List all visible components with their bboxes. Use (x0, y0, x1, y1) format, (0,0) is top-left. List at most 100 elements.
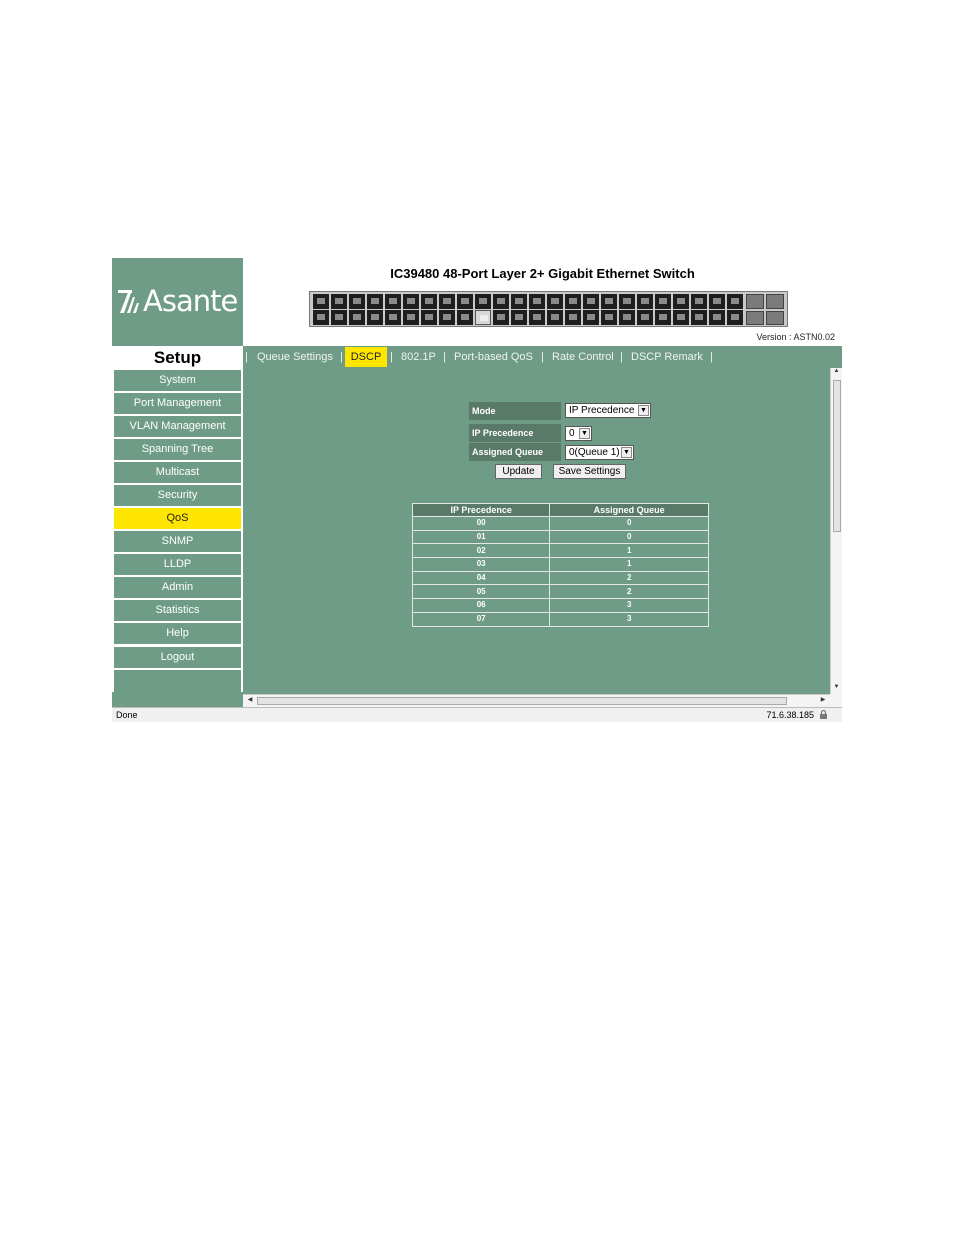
rj45-port[interactable] (493, 310, 509, 325)
rj45-port[interactable] (637, 294, 653, 309)
rj45-port[interactable] (673, 310, 689, 325)
sidebar-item-help[interactable]: Help (114, 623, 241, 644)
sidebar-item-snmp[interactable]: SNMP (114, 531, 241, 552)
sidebar-item-admin[interactable]: Admin (114, 577, 241, 598)
rj45-port[interactable] (313, 310, 329, 325)
rj45-port[interactable] (331, 294, 347, 309)
ip-precedence-select-value: 0 (569, 428, 575, 439)
save-settings-button[interactable]: Save Settings (553, 464, 626, 479)
rj45-port[interactable] (475, 310, 491, 325)
sidebar-item-security[interactable]: Security (114, 485, 241, 506)
rj45-port[interactable] (709, 310, 725, 325)
port-row-bottom (313, 310, 743, 325)
rj45-port[interactable] (457, 310, 473, 325)
rj45-port[interactable] (367, 294, 383, 309)
rj45-port[interactable] (601, 294, 617, 309)
mode-label: Mode (469, 402, 561, 420)
rj45-port[interactable] (727, 294, 743, 309)
ip-precedence-label: IP Precedence (469, 424, 561, 442)
update-button[interactable]: Update (495, 464, 542, 479)
rj45-port[interactable] (313, 294, 329, 309)
scroll-up-icon[interactable]: ▲ (831, 368, 842, 378)
rj45-port[interactable] (403, 310, 419, 325)
vertical-scroll-thumb[interactable] (833, 380, 841, 532)
sidebar-item-vlan-management[interactable]: VLAN Management (114, 416, 241, 437)
rj45-port[interactable] (655, 310, 671, 325)
table-row: 07 3 (411, 611, 709, 627)
sidebar-menu: System Port Management VLAN Management S… (112, 369, 243, 692)
rj45-port[interactable] (511, 310, 527, 325)
rj45-port[interactable] (529, 310, 545, 325)
sfp-port[interactable] (766, 294, 784, 309)
scroll-left-icon[interactable]: ◀ (245, 696, 255, 706)
rj45-port[interactable] (709, 294, 725, 309)
product-title: IC39480 48-Port Layer 2+ Gigabit Etherne… (390, 266, 695, 281)
rj45-port[interactable] (421, 294, 437, 309)
sidebar-item-system[interactable]: System (114, 370, 241, 391)
rj45-port[interactable] (367, 310, 383, 325)
rj45-port[interactable] (691, 310, 707, 325)
ip-precedence-select[interactable]: 0 ▼ (565, 426, 592, 441)
cell-ip-precedence: 07 (411, 611, 551, 627)
rj45-port[interactable] (403, 294, 419, 309)
sidebar-item-multicast[interactable]: Multicast (114, 462, 241, 483)
sfp-port[interactable] (766, 310, 784, 325)
rj45-port[interactable] (529, 294, 545, 309)
precedence-queue-table: IP Precedence Assigned Queue 00 0 01 0 02 1… (411, 503, 709, 627)
cell-ip-precedence: 04 (411, 570, 551, 586)
rj45-port[interactable] (619, 310, 635, 325)
rj45-port[interactable] (349, 310, 365, 325)
assigned-queue-select[interactable]: 0(Queue 1) ▼ (565, 445, 634, 460)
rj45-port[interactable] (655, 294, 671, 309)
tab-queue-settings[interactable]: Queue Settings (252, 347, 338, 367)
tab-port-based-qos[interactable]: Port-based QoS (449, 347, 538, 367)
rj45-port[interactable] (727, 310, 743, 325)
rj45-port[interactable] (673, 294, 689, 309)
tab-dscp-remark[interactable]: DSCP Remark (626, 347, 708, 367)
rj45-port[interactable] (349, 294, 365, 309)
scroll-right-icon[interactable]: ▶ (818, 696, 828, 706)
chevron-down-icon[interactable]: ▼ (579, 428, 590, 439)
rj45-port[interactable] (385, 294, 401, 309)
sidebar-item-spanning-tree[interactable]: Spanning Tree (114, 439, 241, 460)
sidebar-item-lldp[interactable]: LLDP (114, 554, 241, 575)
rj45-port[interactable] (475, 294, 491, 309)
vertical-scrollbar[interactable]: ▲ ▼ (830, 368, 842, 694)
rj45-port[interactable] (493, 294, 509, 309)
sfp-port[interactable] (746, 310, 764, 325)
rj45-port[interactable] (421, 310, 437, 325)
rj45-port[interactable] (583, 294, 599, 309)
chevron-down-icon[interactable]: ▼ (621, 447, 632, 458)
rj45-port[interactable] (565, 294, 581, 309)
sidebar-item-qos[interactable]: QoS (114, 508, 241, 529)
status-ip-address: 71.6.38.185 (766, 710, 814, 720)
rj45-port[interactable] (637, 310, 653, 325)
rj45-port[interactable] (601, 310, 617, 325)
rj45-port[interactable] (511, 294, 527, 309)
rj45-port[interactable] (619, 294, 635, 309)
rj45-port[interactable] (583, 310, 599, 325)
rj45-port[interactable] (547, 310, 563, 325)
chevron-down-icon[interactable]: ▼ (638, 405, 649, 416)
sidebar-item-port-management[interactable]: Port Management (114, 393, 241, 414)
tab-dscp[interactable]: DSCP (345, 347, 387, 367)
rj45-port[interactable] (331, 310, 347, 325)
rj45-port[interactable] (439, 310, 455, 325)
table-row: 03 1 (411, 557, 709, 572)
scroll-down-icon[interactable]: ▼ (831, 684, 842, 694)
sidebar-item-logout[interactable]: Logout (114, 647, 241, 668)
rj45-port[interactable] (439, 294, 455, 309)
rj45-port[interactable] (565, 310, 581, 325)
rj45-port[interactable] (547, 294, 563, 309)
rj45-port[interactable] (457, 294, 473, 309)
horizontal-scrollbar[interactable]: ◀ ▶ (243, 694, 830, 707)
rj45-port[interactable] (385, 310, 401, 325)
mode-select[interactable]: IP Precedence ▼ (565, 403, 651, 418)
brand-logo: Asante (118, 284, 238, 318)
horizontal-scroll-thumb[interactable] (257, 697, 787, 705)
tab-rate-control[interactable]: Rate Control (547, 347, 619, 367)
rj45-port[interactable] (691, 294, 707, 309)
sfp-port[interactable] (746, 294, 764, 309)
tab-802-1p[interactable]: 802.1P (396, 347, 441, 367)
sidebar-item-statistics[interactable]: Statistics (114, 600, 241, 621)
